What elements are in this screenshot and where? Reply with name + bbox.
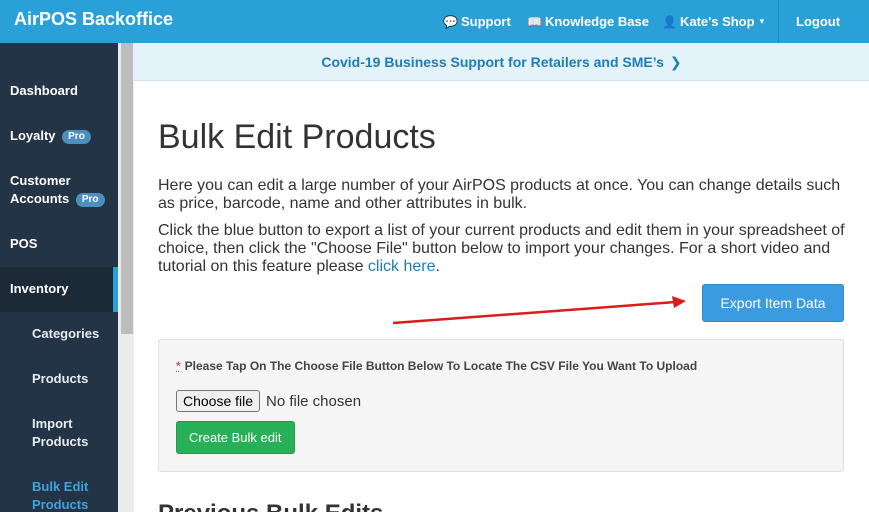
upload-label-text: Please Tap On The Choose File Button Bel… xyxy=(184,359,698,373)
sidebar-item-label: Categories xyxy=(32,326,100,341)
instructions-text: Click the blue button to export a list o… xyxy=(158,222,848,276)
sidebar-item-label: Accounts xyxy=(10,191,70,206)
chevron-right-icon: ❯ xyxy=(669,54,682,70)
sidebar-item-label: POS xyxy=(10,236,38,251)
arrow-head xyxy=(672,296,686,308)
create-bulk-edit-button[interactable]: Create Bulk edit xyxy=(176,421,295,454)
sidebar-item-categories[interactable]: Categories xyxy=(0,325,118,343)
nav-divider xyxy=(778,0,779,43)
active-section-marker xyxy=(113,267,118,312)
chat-bubbles-icon: 💬 xyxy=(443,14,458,29)
instructions-end: . xyxy=(435,258,440,275)
sidebar-item-pos[interactable]: POS xyxy=(0,235,118,253)
sidebar-item-label: Import xyxy=(32,416,73,431)
pro-badge: Pro xyxy=(62,130,91,144)
sidebar-item-label: Products xyxy=(32,497,89,512)
intro-text: Here you can edit a large number of your… xyxy=(158,177,841,212)
shop-label: Kate's Shop xyxy=(679,14,755,29)
required-marker: * xyxy=(176,359,181,373)
sidebar-item-products[interactable]: Products xyxy=(0,370,118,388)
sidebar-item-import-products[interactable]: Import Products xyxy=(0,415,118,451)
previous-bulk-edits-heading: Previous Bulk Edits xyxy=(158,500,383,512)
support-label: Support xyxy=(460,14,511,29)
logout-link[interactable]: Logout xyxy=(796,0,840,43)
sidebar-item-loyalty[interactable]: Loyalty Pro xyxy=(0,127,118,145)
pro-badge: Pro xyxy=(75,193,105,207)
knowledge-base-link[interactable]: 📖 Knowledge Base xyxy=(527,0,649,43)
support-link[interactable]: 💬 Support xyxy=(443,0,511,43)
upload-label: * Please Tap On The Choose File Button Be… xyxy=(176,359,697,373)
choose-file-button[interactable]: Choose file xyxy=(176,390,261,412)
user-icon: 👤 xyxy=(662,14,677,29)
red-arrow-annotation xyxy=(392,296,686,325)
instructions-body: Click the blue button to export a list o… xyxy=(158,222,845,275)
covid-support-banner[interactable]: Covid-19 Business Support for Retailers … xyxy=(134,43,869,81)
sidebar-item-bulk-edit-products[interactable]: Bulk Edit Products xyxy=(0,478,118,512)
file-status-text: No file chosen xyxy=(266,393,362,410)
knowledge-base-label: Knowledge Base xyxy=(544,14,649,29)
banner-text: Covid-19 Business Support for Retailers … xyxy=(321,54,664,70)
sidebar-item-label: Inventory xyxy=(10,281,69,296)
sidebar-item-label: Products xyxy=(32,434,89,449)
sidebar-item-inventory[interactable]: Inventory xyxy=(0,267,118,312)
shop-menu[interactable]: 👤 Kate's Shop ▾ xyxy=(662,0,764,43)
top-navbar: AirPOS Backoffice 💬 Support 📖 Knowledge … xyxy=(0,0,869,43)
upload-panel: * Please Tap On The Choose File Button Be… xyxy=(158,339,844,472)
sidebar-item-label: Loyalty xyxy=(10,128,56,143)
sidebar-scrollbar-thumb[interactable] xyxy=(121,43,133,334)
brand-title[interactable]: AirPOS Backoffice xyxy=(14,9,173,30)
sidebar-item-label: Customer xyxy=(10,173,71,188)
book-icon: 📖 xyxy=(527,14,542,29)
tutorial-link[interactable]: click here xyxy=(368,258,436,275)
sidebar-item-label: Bulk Edit xyxy=(32,479,89,494)
arrow-line xyxy=(392,300,677,325)
page-title: Bulk Edit Products xyxy=(158,118,436,156)
sidebar-item-label: Dashboard xyxy=(10,83,78,98)
chevron-down-icon: ▾ xyxy=(759,16,765,26)
sidebar-item-dashboard[interactable]: Dashboard xyxy=(0,82,118,100)
sidebar-item-customer-accounts[interactable]: Customer Accounts Pro xyxy=(0,172,118,208)
sidebar-item-label: Products xyxy=(32,371,89,386)
export-item-data-button[interactable]: Export Item Data xyxy=(702,284,844,322)
